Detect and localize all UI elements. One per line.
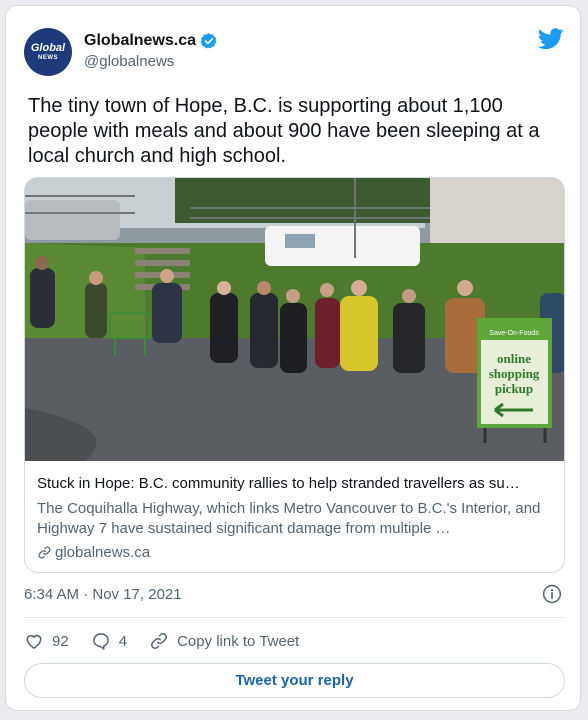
info-icon[interactable] <box>542 584 562 604</box>
link-description: The Coquihalla Highway, which links Metr… <box>37 500 541 537</box>
divider <box>24 617 565 618</box>
tweet-header: Global NEWS Globalnews.ca @globalnews <box>24 26 564 82</box>
heart-icon <box>26 634 42 649</box>
link-domain[interactable]: globalnews.ca <box>37 544 150 561</box>
tweet-card: Global NEWS Globalnews.ca @globalnews Th… <box>5 5 581 711</box>
copy-link-label: Copy link to Tweet <box>177 632 300 650</box>
tweet-timestamp[interactable]: 6:34 AM · Nov 17, 2021 <box>24 586 182 603</box>
sign-brand: Save-On-Foods <box>489 330 539 337</box>
link-icon <box>151 633 167 649</box>
author-name-row[interactable]: Globalnews.ca <box>84 32 218 50</box>
twitter-bird-icon[interactable] <box>538 28 564 50</box>
sign-text-line-3: pickup <box>495 381 533 396</box>
tweet-text: The tiny town of Hope, B.C. is supportin… <box>28 95 540 167</box>
tweet-actions: 92 4 Copy link to Tweet <box>24 628 321 654</box>
reply-count: 4 <box>118 632 128 650</box>
sign-text-line-2: shopping <box>489 366 540 381</box>
tweet-your-reply-button[interactable]: Tweet your reply <box>24 663 565 698</box>
verified-badge-icon <box>200 33 217 49</box>
copy-link-button[interactable]: Copy link to Tweet <box>149 631 299 651</box>
author-display-name[interactable]: Globalnews.ca <box>84 32 196 50</box>
link-preview-image[interactable]: Save-On-Foods online shopping pickup <box>25 178 565 461</box>
author-handle[interactable]: @globalnews <box>84 53 174 70</box>
avatar-logo-text: Global <box>30 42 66 54</box>
sign-text-line-1: online <box>497 351 531 366</box>
link-title[interactable]: Stuck in Hope: B.C. community rallies to… <box>37 475 557 492</box>
like-button[interactable]: 92 <box>24 631 69 651</box>
link-icon <box>38 546 51 559</box>
reply-icon <box>92 633 109 650</box>
link-domain-text: globalnews.ca <box>55 544 151 561</box>
avatar-logo-subtext: NEWS <box>38 55 58 61</box>
link-preview-card[interactable]: Save-On-Foods online shopping pickup Stu… <box>24 177 565 573</box>
reply-button[interactable]: 4 <box>91 631 127 651</box>
avatar[interactable]: Global NEWS <box>24 28 72 76</box>
like-count: 92 <box>52 632 69 650</box>
